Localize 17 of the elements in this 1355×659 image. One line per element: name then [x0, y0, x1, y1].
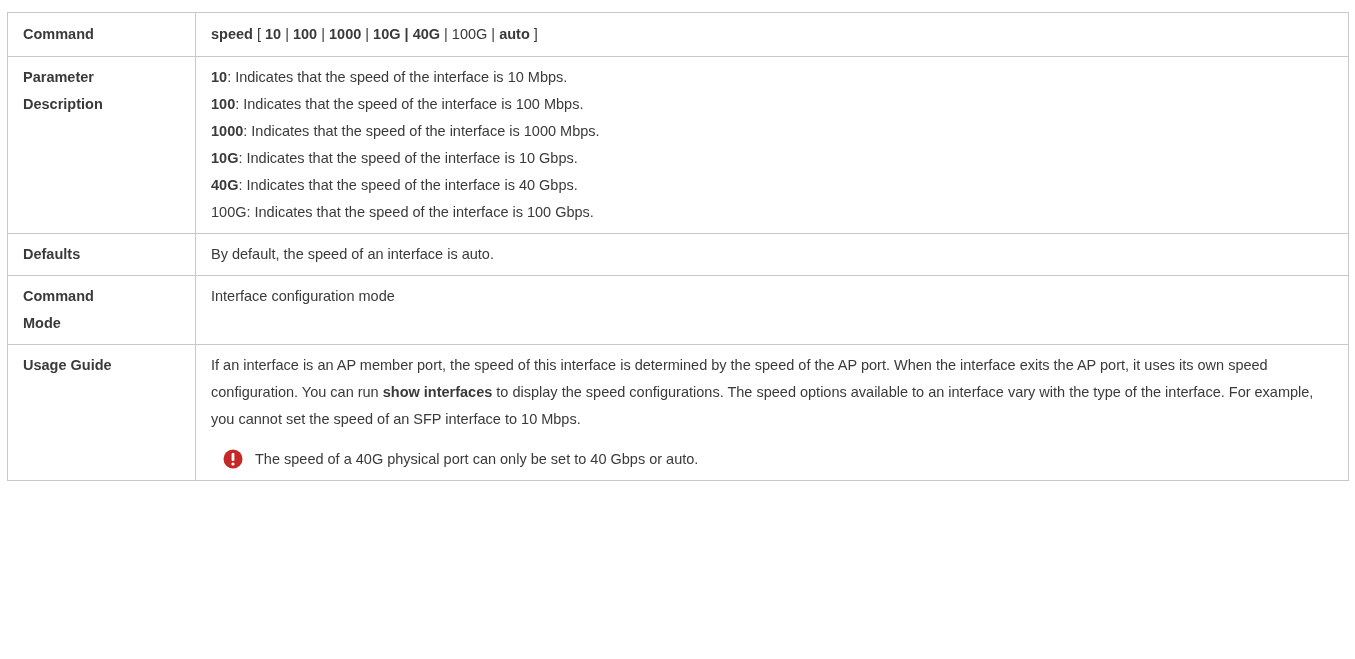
row-label: Command Mode — [23, 287, 95, 333]
usage-paragraph: If an interface is an AP member port, the speed of this interface is determined by the speed of the AP port. When the interface exits the AP port, it uses its own speed configuration. You can run show interfaces to display the speed configurations. The speed options available to an interface vary with the type of the interface. For example, you cannot set the speed of an SFP interface to 10 Mbps. — [211, 356, 1315, 429]
row-label: Defaults — [23, 245, 82, 264]
cell-text: By default, the speed of an interface is auto. — [211, 245, 495, 264]
row-label: Command — [23, 25, 95, 44]
note-text: The speed of a 40G physical port can only be set to 40 Gbps or auto. — [255, 450, 699, 469]
cell-text: 10: Indicates that the speed of the interface is 10 Mbps. — [211, 68, 569, 87]
cell-text: 100: Indicates that the speed of the interface is 100 Mbps. — [211, 95, 585, 114]
cell-text: 10G: Indicates that the speed of the interface is 10 Gbps. — [211, 149, 579, 168]
cell-text: Interface configuration mode — [211, 287, 396, 306]
cell-text: 40G: Indicates that the speed of the interface is 40 Gbps. — [211, 176, 579, 195]
row-label: Parameter Description — [23, 68, 104, 114]
cell-text: 1000: Indicates that the speed of the interface is 1000 Mbps. — [211, 122, 601, 141]
warning-icon — [223, 449, 243, 470]
row-label: Usage Guide — [23, 356, 113, 375]
cell-text: 100G: Indicates that the speed of the interface is 100 Gbps. — [211, 203, 595, 222]
cell-text: speed [ 10 | 100 | 1000 | 10G | 40G | 100G | auto ] — [211, 25, 539, 44]
